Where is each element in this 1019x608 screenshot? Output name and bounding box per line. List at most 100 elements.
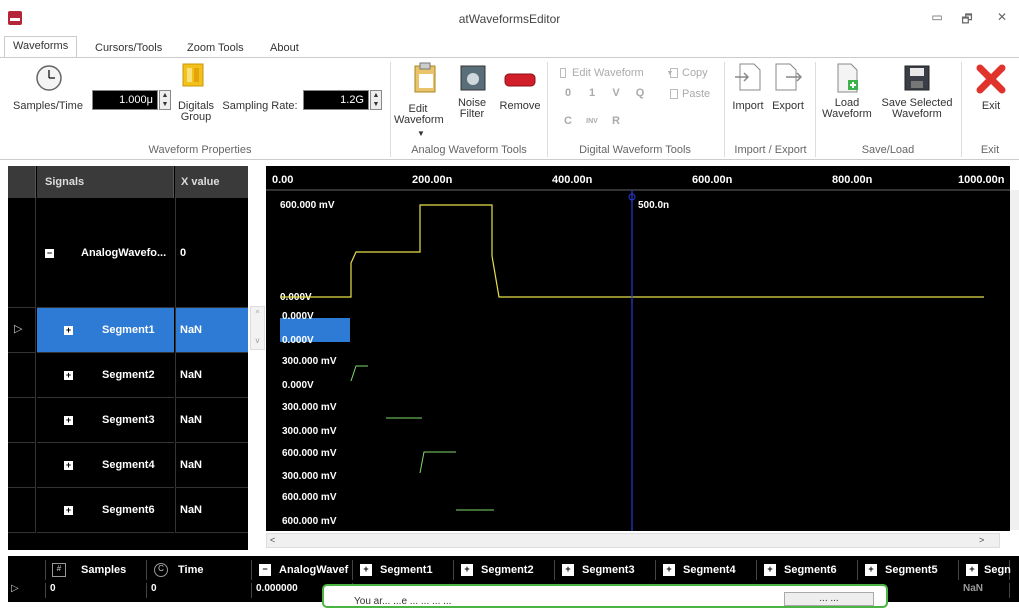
signal-name: AnalogWavefo... [81,247,167,259]
expand-icon[interactable]: + [562,564,574,576]
edit-waveform-dropdown-icon[interactable]: ▼ [411,128,431,139]
lane-min-label: 600.000 mV [282,516,337,527]
collapse-icon[interactable]: − [259,564,271,576]
notification-toast[interactable]: You ar... ...e ... ... ... ... ... ... [322,584,888,608]
axis-tick-label: 600.00n [692,174,733,186]
restore-button[interactable]: 🗗 [958,10,976,31]
lane-max-label: 600.000 mV [280,200,335,211]
separator [724,62,725,157]
plot-vertical-scrollbar[interactable] [1010,190,1019,530]
signal-x-value: NaN [175,488,248,533]
lane-max-label: 300.000 mV [282,356,337,367]
row-gutter [8,353,36,398]
signals-scrollbar[interactable]: ^ v [250,306,265,350]
expand-icon[interactable]: + [64,461,73,470]
axis-tick-label: 800.00n [832,174,873,186]
ribbon-tabs: Waveforms Cursors/Tools Zoom Tools About [0,36,1019,58]
expand-icon[interactable]: + [966,564,978,576]
collapse-icon[interactable]: − [45,249,54,258]
plot-canvas[interactable]: 0.00 200.00n 400.00n 600.00n 800.00n 100… [266,166,1010,531]
signal-row-segment6[interactable]: + Segment6 [37,488,174,533]
signals-header-gutter [8,166,36,198]
table-corner [8,560,46,580]
invert-icon: INV [586,118,598,125]
window-title: atWaveformsEditor [458,12,561,26]
segment4-trace [419,451,456,474]
export-icon[interactable] [774,62,802,92]
row-gutter [8,398,36,443]
expand-icon[interactable]: + [360,564,372,576]
signal-row-segment2[interactable]: + Segment2 [37,353,174,398]
signal-name: Segment3 [102,414,155,426]
samples-time-input[interactable]: 1.000μ [92,90,158,110]
tab-about[interactable]: About [270,42,299,54]
expand-icon[interactable]: + [764,564,776,576]
expand-icon[interactable]: + [64,326,73,335]
sampling-rate-stepper[interactable]: ▲ ▼ [370,90,382,110]
row-gutter [8,488,36,533]
digitals-group-icon[interactable] [181,62,205,88]
signals-header[interactable]: Signals [37,166,174,198]
tab-cursors-tools[interactable]: Cursors/Tools [95,42,162,54]
toast-button[interactable]: ... ... [784,592,874,606]
expand-icon[interactable]: + [64,416,73,425]
remove-icon[interactable] [504,72,536,88]
noise-filter-label[interactable]: Noise Filter [452,98,492,120]
exit-label[interactable]: Exit [973,101,1009,112]
signal-row-segment1[interactable]: + Segment1 [37,308,174,353]
save-selected-waveform-label[interactable]: Save Selected Waveform [876,98,958,120]
group-title-waveform-properties: Waveform Properties [148,144,252,156]
expand-icon[interactable]: + [461,564,473,576]
sampling-rate-input[interactable]: 1.2G [303,90,369,110]
expand-icon[interactable]: + [663,564,675,576]
signal-row-segment3[interactable]: + Segment3 [37,398,174,443]
x-value-header[interactable]: X value [175,166,248,198]
row-selector-icon[interactable]: ▷ [8,308,36,353]
export-label[interactable]: Export [768,101,808,112]
waveform-plot[interactable]: 0.00 200.00n 400.00n 600.00n 800.00n 100… [266,166,1010,531]
plot-horizontal-scrollbar[interactable]: < > [266,533,1000,548]
samples-time-stepper[interactable]: ▲ ▼ [159,90,171,110]
cursor-label: 500.0n [638,200,669,211]
scroll-right-icon[interactable]: > [979,535,984,545]
row-selector-icon[interactable]: ▷ [8,583,46,598]
tab-zoom-tools[interactable]: Zoom Tools [187,42,244,54]
lane-max-label: 300.000 mV [282,402,337,413]
close-button[interactable]: ✕ [993,10,1011,24]
expand-icon[interactable]: + [64,371,73,380]
scroll-left-icon[interactable]: < [270,535,275,545]
set-q-icon: Q [635,87,645,99]
clock-icon[interactable] [35,64,63,92]
separator [547,62,548,157]
signal-x-value: NaN [175,398,248,443]
expand-icon[interactable]: + [865,564,877,576]
separator [961,62,962,157]
edit-waveform-digital-label: Edit Waveform [572,67,644,79]
signal-name: Segment1 [102,324,155,336]
remove-label[interactable]: Remove [496,101,544,112]
signal-name: Segment6 [102,504,155,516]
samples-value: 0 [47,583,147,598]
group-title-digital-tools: Digital Waveform Tools [579,144,691,156]
copy-label: Copy [682,67,708,79]
edit-waveform-label[interactable]: Edit Waveform [394,104,444,126]
digitals-group-label[interactable]: Digitals Group [176,101,216,123]
paste-label: Paste [682,88,711,100]
samples-time-label: Samples/Time [13,100,83,112]
lane-min-label: 300.000 mV [282,426,337,437]
import-label[interactable]: Import [730,101,766,112]
minimize-button[interactable]: ▭ [928,10,946,24]
load-waveform-icon[interactable] [835,62,861,94]
exit-icon[interactable] [976,64,1006,94]
signal-row-segment4[interactable]: + Segment4 [37,443,174,488]
edit-waveform-icon[interactable] [412,62,438,94]
noise-filter-icon[interactable] [459,64,487,92]
save-icon[interactable] [903,64,931,92]
tab-waveforms[interactable]: Waveforms [4,36,78,58]
load-waveform-label[interactable]: Load Waveform [822,98,872,120]
import-icon[interactable] [734,62,762,92]
signal-row-analog[interactable]: − AnalogWavefo... [37,198,174,308]
signals-panel: Signals X value − AnalogWavefo... 0 ▷ + … [8,166,248,550]
expand-icon[interactable]: + [64,506,73,515]
segment2-trace [350,365,368,382]
